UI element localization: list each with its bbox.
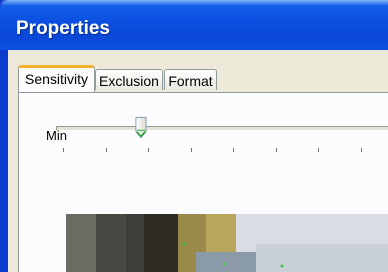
slider-tick (233, 148, 234, 152)
sensitivity-slider-track[interactable] (56, 126, 388, 131)
slider-tick (106, 148, 107, 152)
slider-tick (276, 148, 277, 152)
preview-image-content (66, 214, 388, 272)
tab-format-label: Format (168, 73, 213, 89)
title-bar[interactable]: Properties (0, 0, 388, 50)
sensitivity-slider-thumb[interactable] (134, 116, 148, 140)
slider-tick (148, 148, 149, 152)
tab-exclusion-label: Exclusion (99, 73, 159, 89)
camera-preview-image (66, 214, 388, 272)
tab-sensitivity-label: Sensitivity (24, 71, 89, 87)
properties-dialog: Properties Sensitivity Exclusion Format (0, 0, 388, 272)
tab-format[interactable]: Format (164, 69, 217, 90)
slider-tick (63, 148, 64, 152)
slider-tick (318, 148, 319, 152)
slider-tick (361, 148, 362, 152)
tab-sensitivity[interactable]: Sensitivity (18, 65, 95, 92)
slider-min-label: Min (46, 128, 67, 143)
slider-tick (191, 148, 192, 152)
title-bar-shine (0, 0, 388, 6)
window-title: Properties (16, 18, 110, 39)
tab-exclusion[interactable]: Exclusion (95, 69, 163, 90)
